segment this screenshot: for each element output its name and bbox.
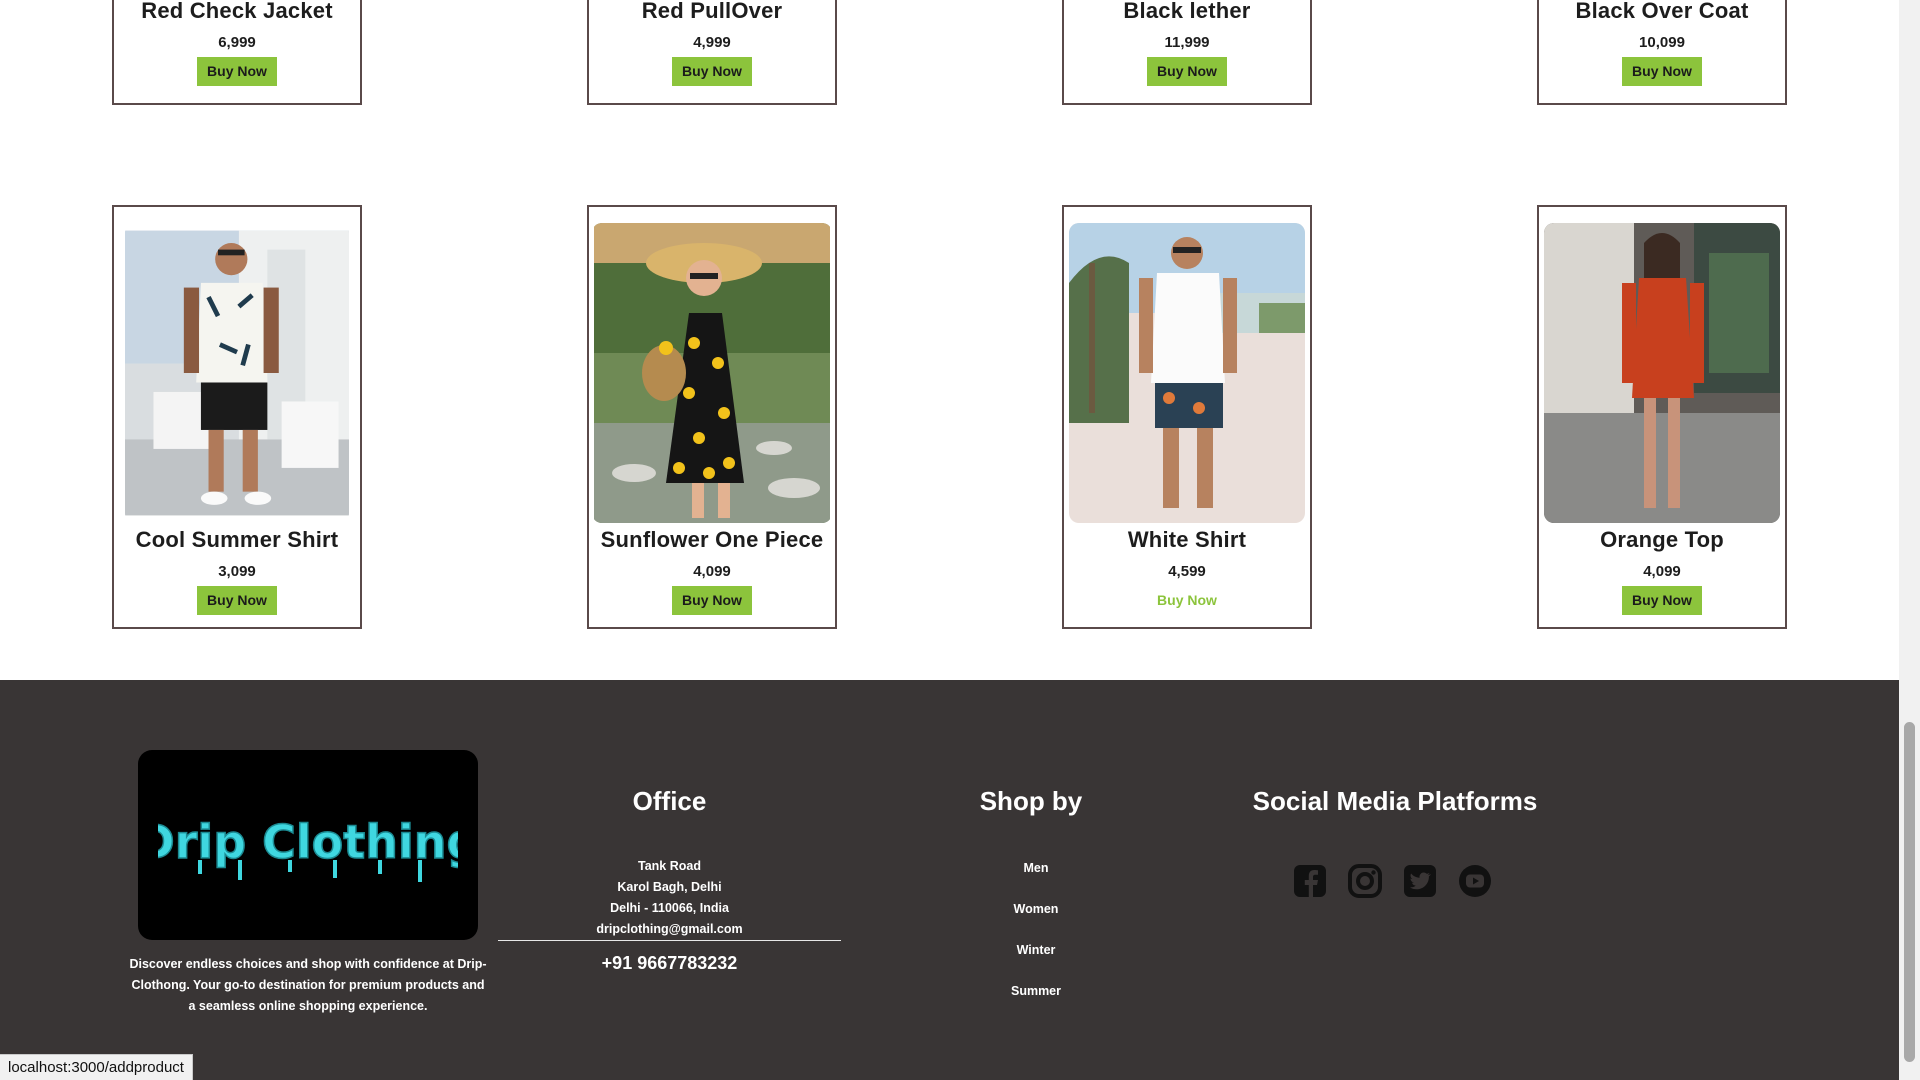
shop-by-links: Men Women Winter Summer [966, 860, 1106, 1024]
youtube-icon[interactable] [1457, 863, 1493, 899]
shop-link-women[interactable]: Women [966, 901, 1106, 942]
address-line: Tank Road [638, 859, 701, 873]
office-address: Tank Road Karol Bagh, Delhi Delhi - 1100… [498, 856, 841, 940]
product-name: Black lether [1123, 0, 1251, 23]
social-icons [1292, 863, 1493, 899]
product-card: Orange Top 4,099 Buy Now [1537, 205, 1787, 629]
product-price: 4,099 [1643, 563, 1681, 580]
product-name: Cool Summer Shirt [135, 527, 339, 552]
shop-link-summer[interactable]: Summer [966, 983, 1106, 1024]
product-image[interactable] [592, 223, 832, 523]
product-card: Red PullOver 4,999 Buy Now [587, 0, 837, 105]
buy-now-button[interactable]: Buy Now [1147, 586, 1227, 615]
product-price: 6,999 [218, 34, 256, 51]
site-footer: Drip Clothing Discover endless choices a… [0, 680, 1899, 1080]
brand-logo-text: Drip Clothing [158, 815, 458, 869]
product-price: 10,099 [1639, 34, 1685, 51]
buy-now-button[interactable]: Buy Now [1147, 57, 1227, 86]
product-price: 11,999 [1164, 34, 1210, 51]
office-email[interactable]: dripclothing@gmail.com [498, 919, 841, 940]
scrollbar-thumb[interactable] [1904, 722, 1915, 1062]
brand-logo-mark: Drip Clothing [158, 814, 458, 882]
shop-link-men[interactable]: Men [966, 860, 1106, 901]
product-price: 3,099 [218, 563, 256, 580]
product-price: 4,099 [693, 563, 731, 580]
product-name: Red Check Jacket [141, 0, 333, 23]
status-bar-url: localhost:3000/addproduct [0, 1054, 193, 1080]
facebook-icon[interactable] [1292, 863, 1328, 899]
product-name: Red PullOver [641, 0, 783, 23]
instagram-icon[interactable] [1347, 863, 1383, 899]
product-name: White Shirt [1127, 527, 1247, 552]
product-image[interactable] [125, 223, 349, 523]
shop-link-winter[interactable]: Winter [966, 942, 1106, 983]
product-card: Sunflower One Piece 4,099 Buy Now [587, 205, 837, 629]
product-card: Cool Summer Shirt 3,099 Buy Now [112, 205, 362, 629]
product-price: 4,999 [693, 34, 731, 51]
buy-now-button[interactable]: Buy Now [1622, 586, 1702, 615]
buy-now-button[interactable]: Buy Now [672, 57, 752, 86]
brand-logo[interactable]: Drip Clothing [138, 750, 478, 940]
product-image[interactable] [1069, 223, 1305, 523]
product-name: Sunflower One Piece [600, 527, 824, 552]
shop-by-title: Shop by [979, 786, 1083, 816]
buy-now-button[interactable]: Buy Now [1622, 57, 1702, 86]
product-name: Orange Top [1600, 527, 1724, 552]
product-name: Black Over Coat [1575, 0, 1749, 23]
product-image[interactable] [1544, 223, 1780, 523]
social-title: Social Media Platforms [1252, 786, 1538, 816]
product-card: White Shirt 4,599 Buy Now [1062, 205, 1312, 629]
buy-now-button[interactable]: Buy Now [672, 586, 752, 615]
twitter-icon[interactable] [1402, 863, 1438, 899]
vertical-scrollbar[interactable] [1899, 0, 1920, 1080]
about-text: Discover endless choices and shop with c… [129, 957, 487, 1013]
product-card: Black Over Coat 10,099 Buy Now [1537, 0, 1787, 105]
product-card: Red Check Jacket 6,999 Buy Now [112, 0, 362, 105]
office-phone: +91 9667783232 [601, 953, 738, 973]
buy-now-button[interactable]: Buy Now [197, 57, 277, 86]
product-price: 4,599 [1168, 563, 1206, 580]
office-title: Office [632, 786, 707, 816]
address-line: Delhi - 110066, India [610, 901, 729, 915]
product-card: Black lether 11,999 Buy Now [1062, 0, 1312, 105]
address-line: Karol Bagh, Delhi [617, 880, 722, 894]
buy-now-button[interactable]: Buy Now [197, 586, 277, 615]
divider [498, 940, 841, 941]
